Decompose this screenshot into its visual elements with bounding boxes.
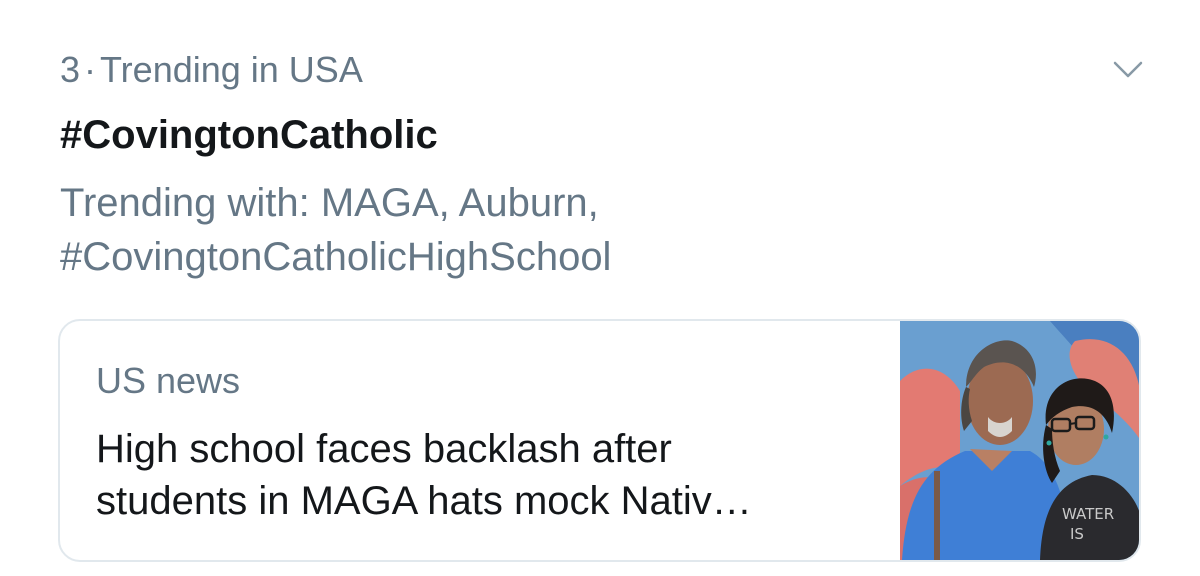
news-thumbnail-photo: WATER IS — [900, 321, 1139, 560]
news-card[interactable]: US news High school faces backlash after… — [58, 319, 1141, 562]
news-headline-line-1: High school faces backlash after — [96, 427, 672, 471]
trend-item[interactable]: 3 · Trending in USA #CovingtonCatholic Tre… — [0, 0, 1200, 576]
trend-meta: 3 · Trending in USA — [60, 46, 363, 94]
news-headline-line-2: students in MAGA hats mock Nativ… — [96, 479, 752, 523]
trend-rank: 3 — [60, 49, 81, 90]
trending-with: Trending with: MAGA, Auburn, #CovingtonC… — [60, 176, 960, 284]
trending-with-line-1: Trending with: MAGA, Auburn, — [60, 181, 599, 225]
shirt-text-line-2: IS — [1070, 525, 1084, 543]
chevron-down-icon[interactable] — [1108, 52, 1148, 88]
trend-hashtag[interactable]: #CovingtonCatholic — [60, 108, 438, 162]
trend-location: Trending in USA — [100, 49, 363, 90]
trending-with-line-2: #CovingtonCatholicHighSchool — [60, 235, 612, 279]
news-source: US news — [96, 360, 241, 401]
news-card-text: US news High school faces backlash after… — [96, 359, 886, 527]
chevron-down-icon-glyph — [1113, 61, 1143, 78]
shirt-text-line-1: WATER — [1062, 505, 1114, 523]
news-thumbnail[interactable]: WATER IS — [900, 321, 1139, 560]
meta-separator: · — [84, 49, 97, 90]
news-headline[interactable]: High school faces backlash after student… — [96, 423, 886, 527]
